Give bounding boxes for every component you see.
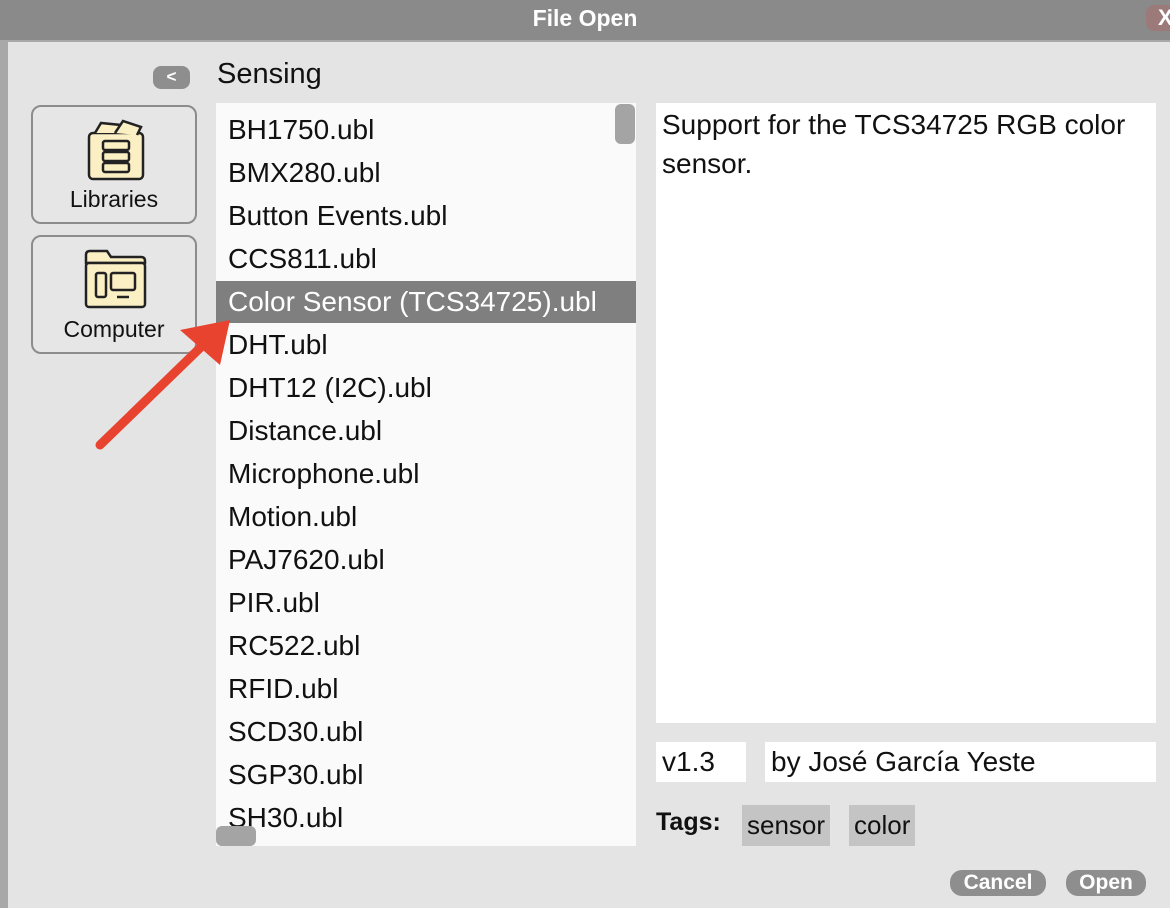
list-item[interactable]: SH30.ubl bbox=[216, 797, 636, 839]
libraries-icon bbox=[87, 119, 145, 181]
author-field: by José García Yeste bbox=[765, 742, 1156, 782]
folder-title: Sensing bbox=[217, 58, 322, 90]
tag-badge: color bbox=[849, 805, 916, 846]
list-item[interactable]: SGP30.ubl bbox=[216, 754, 636, 796]
list-item[interactable]: DHT.ubl bbox=[216, 324, 636, 366]
back-button[interactable]: < bbox=[153, 66, 190, 89]
vertical-scrollbar-thumb[interactable] bbox=[615, 104, 635, 144]
cancel-button[interactable]: Cancel bbox=[950, 870, 1046, 896]
version-field: v1.3 bbox=[656, 742, 746, 782]
list-item[interactable]: Microphone.ubl bbox=[216, 453, 636, 495]
horizontal-scrollbar-thumb[interactable] bbox=[216, 826, 256, 846]
list-item[interactable]: BMX280.ubl bbox=[216, 152, 636, 194]
sidebar-item-label: Libraries bbox=[69, 186, 159, 212]
list-item[interactable]: CCS811.ubl bbox=[216, 238, 636, 280]
list-item[interactable]: Distance.ubl bbox=[216, 410, 636, 452]
close-button[interactable]: X bbox=[1146, 5, 1170, 31]
description-panel: Support for the TCS34725 RGB color senso… bbox=[656, 103, 1156, 723]
list-item[interactable]: DHT12 (I2C).ubl bbox=[216, 367, 636, 409]
dialog-title: File Open bbox=[532, 5, 638, 31]
sidebar-item-libraries[interactable]: Libraries bbox=[31, 105, 197, 224]
list-item[interactable]: PIR.ubl bbox=[216, 582, 636, 624]
tag-badge: sensor bbox=[742, 805, 831, 846]
computer-folder-icon bbox=[84, 249, 147, 309]
open-button[interactable]: Open bbox=[1066, 870, 1146, 896]
list-item[interactable]: RFID.ubl bbox=[216, 668, 636, 710]
list-item[interactable]: Button Events.ubl bbox=[216, 195, 636, 237]
list-item[interactable]: PAJ7620.ubl bbox=[216, 539, 636, 581]
list-item[interactable]: Motion.ubl bbox=[216, 496, 636, 538]
sidebar-item-label: Computer bbox=[63, 316, 165, 342]
list-item[interactable]: SCD30.ubl bbox=[216, 711, 636, 753]
sidebar-item-computer[interactable]: Computer bbox=[31, 235, 197, 354]
list-item[interactable]: BH1750.ubl bbox=[216, 109, 636, 151]
tags-label: Tags: bbox=[656, 808, 721, 836]
list-item-selected[interactable]: Color Sensor (TCS34725).ubl bbox=[216, 281, 636, 323]
file-list[interactable]: BH1750.ubl BMX280.ubl Button Events.ubl … bbox=[216, 103, 636, 846]
list-item[interactable]: RC522.ubl bbox=[216, 625, 636, 667]
